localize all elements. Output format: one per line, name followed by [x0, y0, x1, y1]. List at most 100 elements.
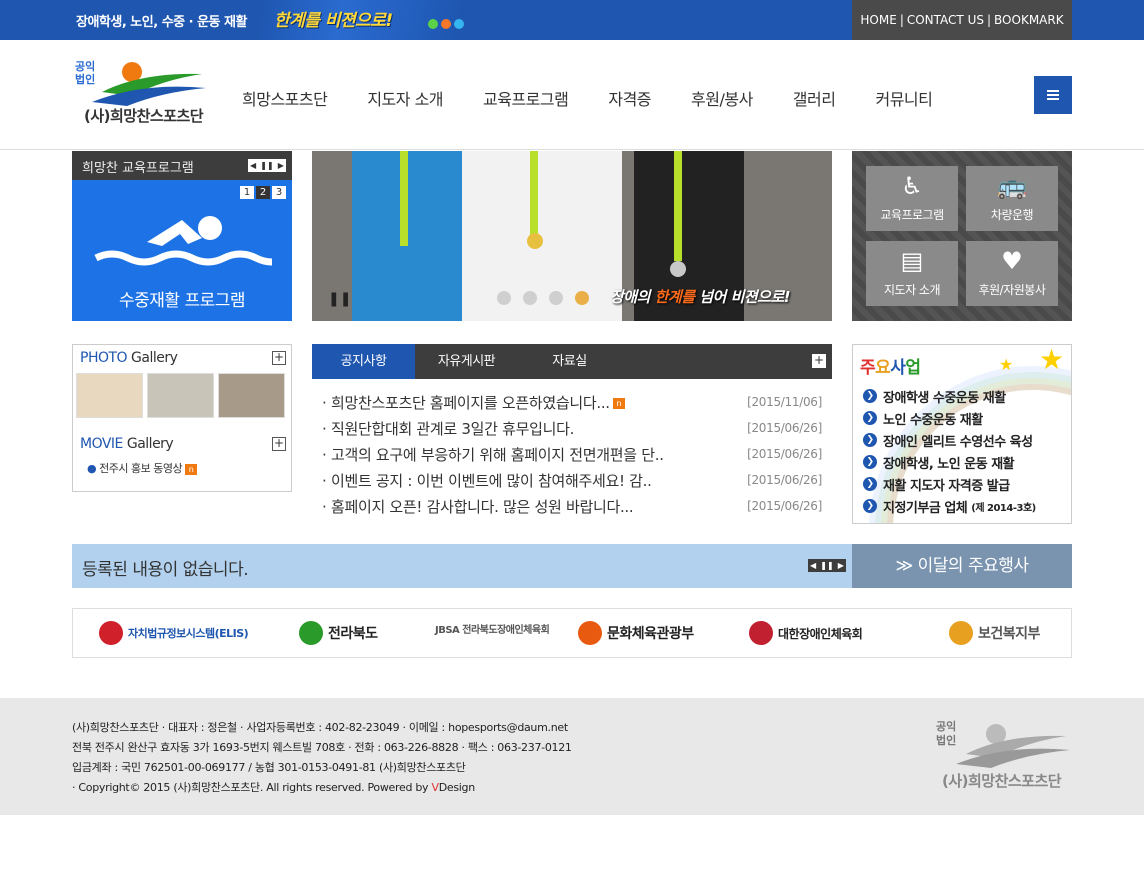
program-pager: 1 2 3	[238, 186, 286, 199]
documents-icon: ▤	[900, 247, 924, 275]
visual-dot[interactable]	[523, 291, 537, 305]
footer-logo: 공익 법인 (사)희망찬스포츠단	[936, 720, 1076, 800]
nav-support[interactable]: 후원/봉사	[691, 86, 753, 110]
business-item[interactable]: ❯ 장애인 엘리트 수영선수 육성	[863, 429, 1036, 451]
bus-icon: 🚌	[997, 172, 1027, 200]
nav-certificates[interactable]: 자격증	[608, 86, 651, 110]
partner-jeonbuk[interactable]: 전라북도	[299, 621, 378, 645]
business-item[interactable]: ❯ 장애학생 수중운동 재활	[863, 385, 1036, 407]
partner-kpc[interactable]: 대한장애인체육회	[749, 621, 863, 645]
main-visual-slider[interactable]: ❚❚ 장애의 한계를 넘어 비젼으로!	[312, 151, 832, 321]
post-row[interactable]: · 고객의 요구에 부응하기 위해 홈페이지 전면개편을 단.. [2015/0…	[312, 444, 832, 470]
tab-free-board[interactable]: 자유게시판	[415, 344, 518, 379]
slogan-dots	[428, 14, 467, 33]
partner-logo-icon	[949, 621, 973, 645]
business-title: 주요사업	[860, 358, 921, 378]
arrow-right-icon: ❯	[863, 389, 877, 403]
quick-vehicle[interactable]: 🚌 차량운행	[966, 166, 1058, 231]
partner-jbsa[interactable]: JBSA 전라북도장애인체육회	[435, 621, 550, 636]
quick-menu: ♿ 교육프로그램 🚌 차량운행 ▤ 지도자 소개 ♥ 후원/자원봉사	[852, 151, 1072, 321]
quick-education[interactable]: ♿ 교육프로그램	[866, 166, 958, 231]
page-2[interactable]: 2	[256, 186, 270, 199]
program-title: 희망찬 교육프로그램	[82, 161, 194, 176]
board-more-icon[interactable]: +	[812, 354, 826, 368]
monthly-events-button[interactable]: ≫ 이달의 주요행사	[852, 544, 1072, 588]
program-slide[interactable]: 1 2 3 수중재활 프로그램	[72, 180, 292, 321]
photo-thumbnails	[76, 373, 289, 418]
medal-ribbon	[674, 151, 682, 261]
movie-item[interactable]: ● 전주시 홍보 동영상 n	[87, 460, 198, 476]
medal	[527, 233, 543, 249]
post-row[interactable]: · 희망찬스포츠단 홈페이지를 오픈하였습니다... n [2015/11/06]	[312, 392, 832, 418]
photo-thumb[interactable]	[76, 373, 143, 418]
photo-gallery-title[interactable]: PHOTO Gallery	[80, 350, 178, 366]
program-box: 희망찬 교육프로그램 ◀ ❚❚ ▶ 1 2 3 수중재활 프로그램	[72, 151, 292, 321]
site-footer: (사)희망찬스포츠단 · 대표자 : 정은철 · 사업자등록번호 : 402-8…	[0, 698, 1144, 815]
quick-instructors[interactable]: ▤ 지도자 소개	[866, 241, 958, 306]
star-icon: ★	[999, 355, 1014, 374]
partner-culture-ministry[interactable]: 문화체육관광부	[578, 621, 694, 645]
prev-icon[interactable]: ◀	[810, 561, 816, 570]
photo-more-icon[interactable]: +	[272, 351, 286, 365]
program-header: 희망찬 교육프로그램 ◀ ❚❚ ▶	[72, 151, 292, 180]
photo-thumb[interactable]	[218, 373, 285, 418]
visual-dot-active[interactable]	[575, 291, 589, 305]
visual-dot[interactable]	[549, 291, 563, 305]
post-row[interactable]: · 직원단합대회 관계로 3일간 휴무입니다. [2015/06/26]	[312, 418, 832, 444]
prev-icon[interactable]: ◀	[250, 161, 256, 170]
logo-emblem-icon	[92, 62, 206, 106]
business-item[interactable]: ❯ 노인 수중운동 재활	[863, 407, 1036, 429]
tab-archive[interactable]: 자료실	[518, 344, 621, 379]
slogan-text: 장애학생, 노인, 수중 · 운동 재활	[76, 15, 247, 30]
quick-support[interactable]: ♥ 후원/자원봉사	[966, 241, 1058, 306]
business-item[interactable]: ❯ 지정기부금 업체 (제 2014-3호)	[863, 495, 1036, 517]
business-box: 주요사업 ★ ★ ❯ 장애학생 수중운동 재활 ❯ 노인 수중운동 재활 ❯ 장애인 …	[852, 344, 1072, 524]
partner-logo-icon	[299, 621, 323, 645]
board-box: 공지사항 자유게시판 자료실 + · 희망찬스포츠단 홈페이지를 오픈하였습니다…	[312, 344, 832, 519]
visual-pager	[497, 291, 601, 305]
medal	[670, 261, 686, 277]
movie-gallery-title[interactable]: MOVIE Gallery	[80, 436, 174, 452]
nav-programs[interactable]: 교육프로그램	[483, 86, 569, 110]
gallery-box: PHOTO Gallery + MOVIE Gallery + ● 전주시 홍보…	[72, 344, 292, 492]
visual-dot[interactable]	[497, 291, 511, 305]
bookmark-link[interactable]: BOOKMARK	[994, 13, 1064, 27]
page-1[interactable]: 1	[240, 186, 254, 199]
heart-icon: ♥	[1001, 247, 1023, 275]
partner-elis[interactable]: 자치법규정보시스템(ELIS)	[99, 621, 249, 645]
photo-thumb[interactable]	[147, 373, 214, 418]
nav-hope-sports[interactable]: 희망스포츠단	[242, 86, 328, 110]
contact-link[interactable]: CONTACT US	[907, 13, 984, 27]
page-3[interactable]: 3	[272, 186, 286, 199]
slogan-highlight: 한계를 비젼으로!	[274, 11, 393, 31]
program-carousel-controls[interactable]: ◀ ❚❚ ▶	[248, 159, 286, 172]
site-logo[interactable]: 공익 법인 (사)희망찬스포츠단	[72, 58, 212, 128]
arrow-right-icon: ❯	[863, 455, 877, 469]
business-item[interactable]: ❯ 장애학생, 노인 운동 재활	[863, 451, 1036, 473]
visual-pause-icon[interactable]: ❚❚	[328, 291, 351, 307]
event-controls[interactable]: ◀ ❚❚ ▶	[808, 559, 846, 572]
swimmer-icon	[94, 216, 272, 266]
tab-notice[interactable]: 공지사항	[312, 344, 415, 379]
nav-instructors[interactable]: 지도자 소개	[367, 86, 443, 110]
pause-icon[interactable]: ❚❚	[820, 561, 833, 570]
hamburger-menu-icon[interactable]	[1034, 76, 1072, 114]
movie-more-icon[interactable]: +	[272, 437, 286, 451]
post-row[interactable]: · 홈페이지 오픈! 감사합니다. 많은 성원 바랍니다... [2015/06…	[312, 496, 832, 522]
partner-banners: 자치법규정보시스템(ELIS) 전라북도 JBSA 전라북도장애인체육회 문화체…	[72, 608, 1072, 658]
pause-icon[interactable]: ❚❚	[260, 161, 273, 170]
post-row[interactable]: · 이벤트 공지 : 이번 이벤트에 많이 참여해주세요! 감.. [2015/…	[312, 470, 832, 496]
next-icon[interactable]: ▶	[278, 161, 284, 170]
logo-name: (사)희망찬스포츠단	[84, 105, 204, 126]
utility-links: HOME | CONTACT US | BOOKMARK	[852, 0, 1072, 40]
partner-welfare-ministry[interactable]: 보건복지부	[949, 621, 1040, 645]
nav-community[interactable]: 커뮤니티	[875, 86, 932, 110]
main-nav: 희망스포츠단 지도자 소개 교육프로그램 자격증 후원/봉사 갤러리 커뮤니티	[222, 86, 952, 110]
business-item[interactable]: ❯ 재활 지도자 자격증 발급	[863, 473, 1036, 495]
wheelchair-icon: ♿	[901, 172, 923, 200]
event-empty-text: 등록된 내용이 없습니다.	[82, 560, 249, 580]
home-link[interactable]: HOME	[860, 13, 896, 27]
arrow-right-icon: ❯	[863, 499, 877, 513]
nav-gallery[interactable]: 갤러리	[793, 86, 836, 110]
next-icon[interactable]: ▶	[838, 561, 844, 570]
